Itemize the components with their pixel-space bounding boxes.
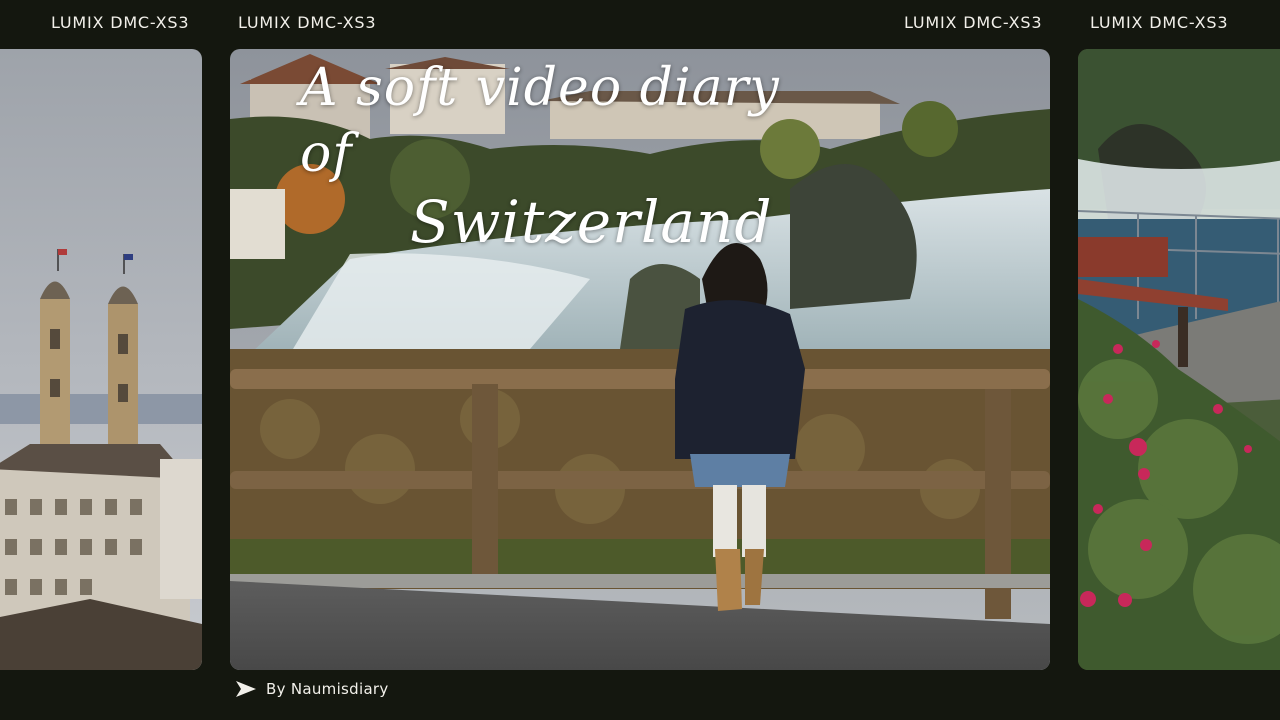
camera-label-left: LUMIX DMC-XS3 [51, 13, 190, 32]
camera-label-center-left: LUMIX DMC-XS3 [238, 13, 377, 32]
camera-label-center-right: LUMIX DMC-XS3 [904, 13, 1043, 32]
camera-label-right: LUMIX DMC-XS3 [1090, 13, 1229, 32]
video-title: A soft video diary of Switzerland [300, 55, 820, 257]
photo-bench-flowers [1078, 49, 1280, 670]
author-name: By Naumisdiary [266, 680, 389, 698]
author-byline: By Naumisdiary [236, 680, 389, 698]
title-line-2: Switzerland [410, 188, 773, 256]
send-arrow-icon [236, 681, 256, 697]
title-line-1: A soft video diary of [300, 58, 780, 184]
photo-zurich-cathedral [0, 49, 202, 670]
